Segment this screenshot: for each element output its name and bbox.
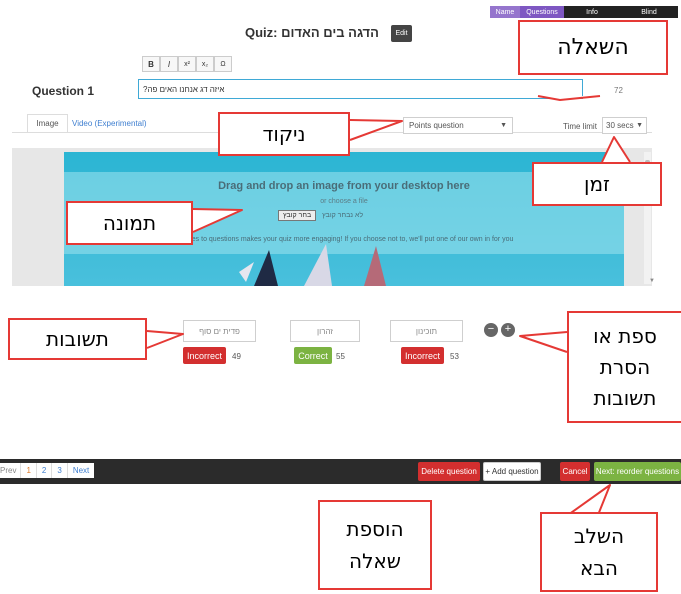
add-remove-line-1: ספת או	[593, 323, 657, 348]
question-callout-pointer	[537, 95, 601, 101]
question-callout: השאלה	[518, 20, 668, 75]
next-step-line-2: הבא	[580, 556, 618, 580]
points-callout: ניקוד	[218, 112, 350, 156]
points-callout-pointer	[349, 119, 403, 141]
time-callout-pointer	[601, 136, 631, 163]
time-callout: זמן	[532, 162, 662, 206]
add-question-line-2: שאלה	[349, 549, 401, 573]
add-question-line-1: הוספת	[346, 517, 404, 541]
answers-callout-pointer	[146, 330, 184, 349]
next-step-callout-pointer	[567, 484, 611, 516]
next-step-callout: השלב הבא	[540, 512, 658, 592]
add-remove-line-2: הסרת	[599, 354, 651, 379]
add-remove-callout-pointer	[519, 331, 568, 353]
answers-callout: תשובות	[8, 318, 147, 360]
add-question-callout: הוספת שאלה	[318, 500, 432, 590]
add-remove-line-3: תשובות	[593, 385, 657, 410]
image-callout-pointer	[192, 208, 243, 233]
next-step-line-1: השלב	[573, 524, 625, 548]
image-callout: תמונה	[66, 201, 193, 245]
add-remove-answers-callout: ספת או הסרת תשובות	[567, 311, 681, 423]
